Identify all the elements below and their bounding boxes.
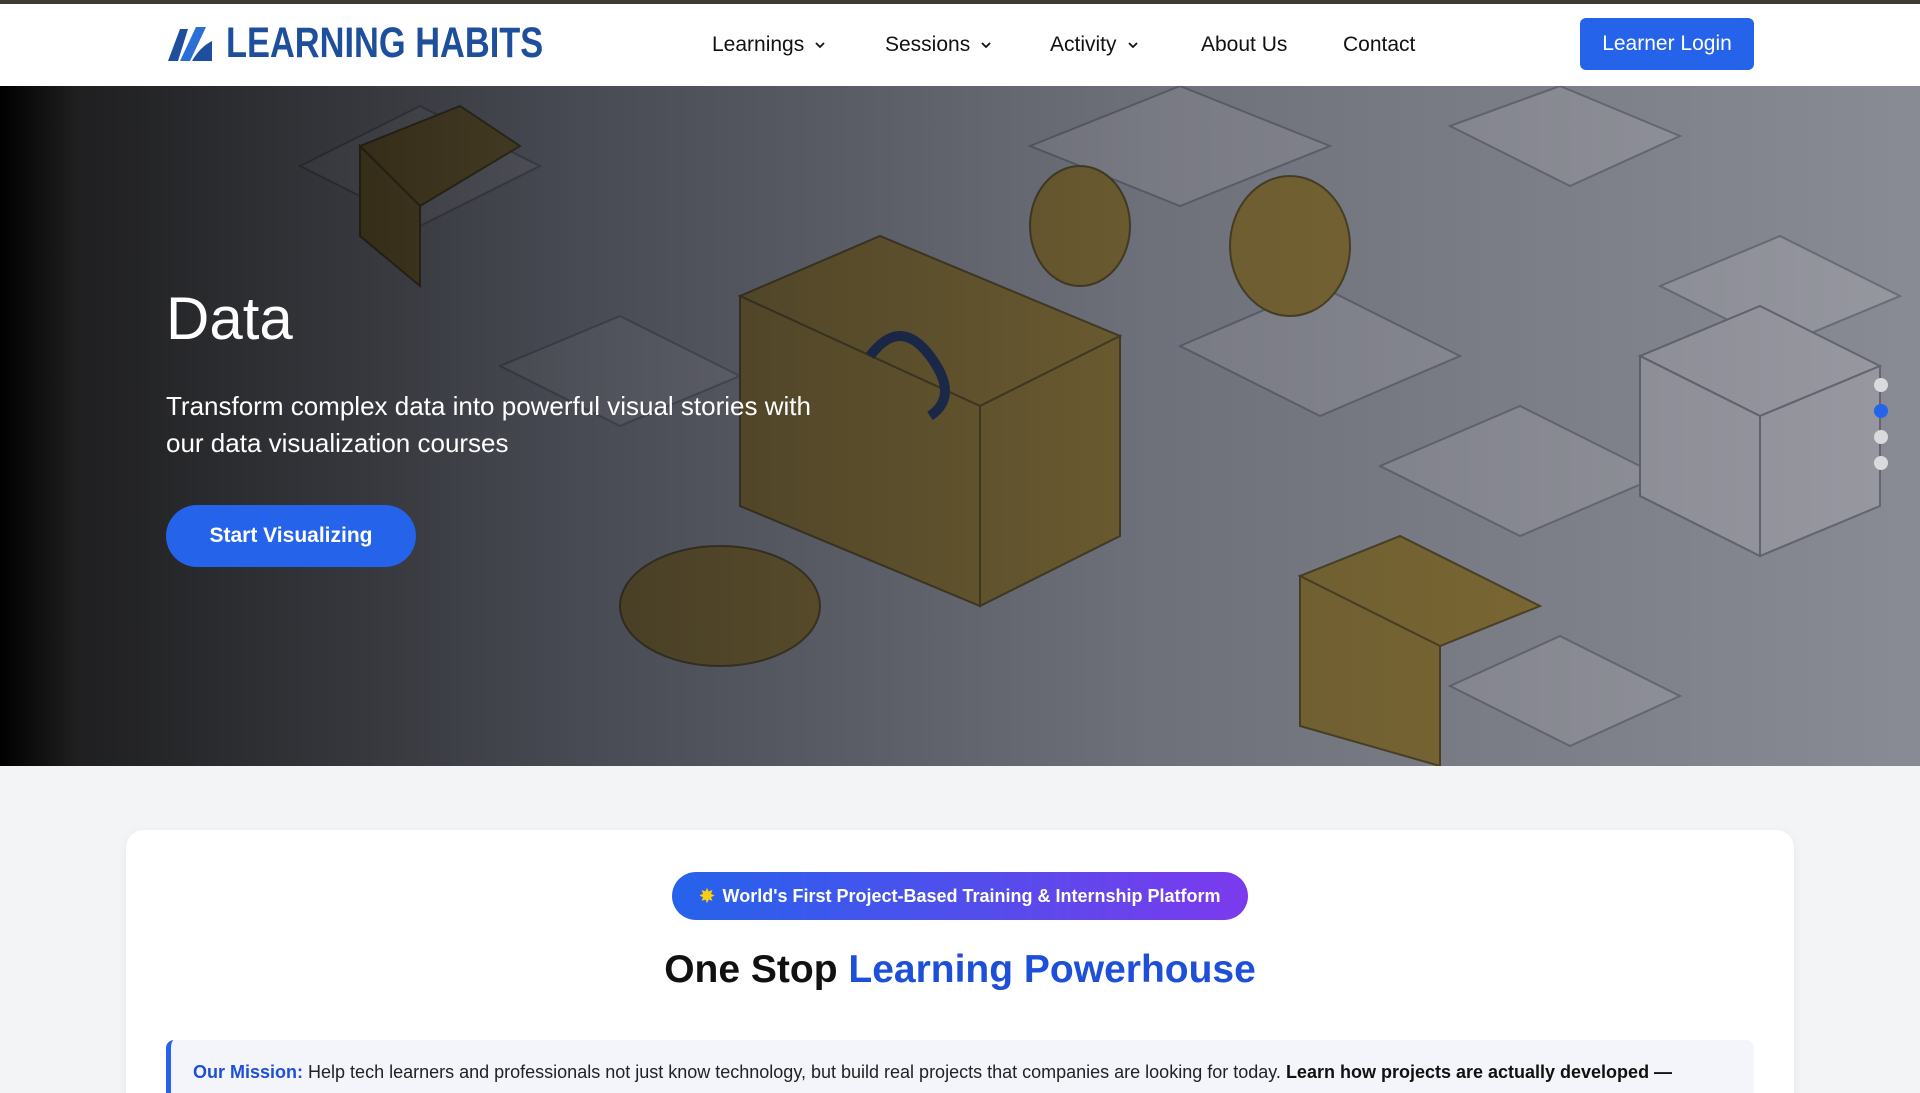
nav-activity[interactable]: Activity [1050,4,1139,86]
nav-activity-label: Activity [1050,33,1117,56]
nav-learnings-label: Learnings [712,33,805,56]
platform-badge: ✸ World's First Project-Based Training &… [672,872,1248,920]
nav-learnings[interactable]: Learnings [712,4,826,86]
nav-contact-label: Contact [1343,33,1416,56]
heading-plain: One Stop [664,948,838,991]
carousel-dot-1[interactable] [1874,378,1888,392]
heading-accent: Learning Powerhouse [848,948,1256,991]
carousel-dot-3[interactable] [1874,430,1888,444]
intro-card: ✸ World's First Project-Based Training &… [126,830,1794,1093]
carousel-dot-2[interactable] [1874,404,1888,418]
mission-statement: Our Mission: Help tech learners and prof… [166,1040,1754,1093]
nav-sessions[interactable]: Sessions [885,4,992,86]
hero-subtitle: Transform complex data into powerful vis… [166,391,811,458]
sparkle-icon: ✸ [699,885,715,906]
hero-title: Data [166,285,293,352]
chevron-down-icon [815,42,825,49]
mission-label: Our Mission: [193,1062,304,1082]
nav-contact[interactable]: Contact [1343,4,1415,86]
nav-about-us[interactable]: About Us [1201,4,1287,86]
nav-about-us-label: About Us [1201,33,1288,56]
hero-carousel: Data Transform complex data into powerfu… [0,86,1920,766]
brand-name: LEARNING HABITS [226,18,544,67]
chevron-down-icon [981,42,991,49]
start-visualizing-button[interactable]: Start Visualizing [166,505,416,567]
nav-sessions-label: Sessions [885,33,971,56]
carousel-dot-4[interactable] [1874,456,1888,470]
mission-bold-text: Learn how projects are actually develope… [1285,1062,1673,1082]
section-heading: One Stop Learning Powerhouse [126,948,1794,992]
brand-logo[interactable]: LEARNING HABITS [166,18,623,68]
site-header: LEARNING HABITS Learnings Sessions Activ… [0,4,1920,86]
mission-text: Help tech learners and professionals not… [308,1062,1281,1082]
platform-badge-label: World's First Project-Based Training & I… [722,885,1221,906]
carousel-indicators [1874,378,1888,482]
learning-habits-logo-mark-icon [168,27,212,61]
learner-login-button[interactable]: Learner Login [1580,18,1754,70]
chevron-down-icon [1127,42,1138,49]
